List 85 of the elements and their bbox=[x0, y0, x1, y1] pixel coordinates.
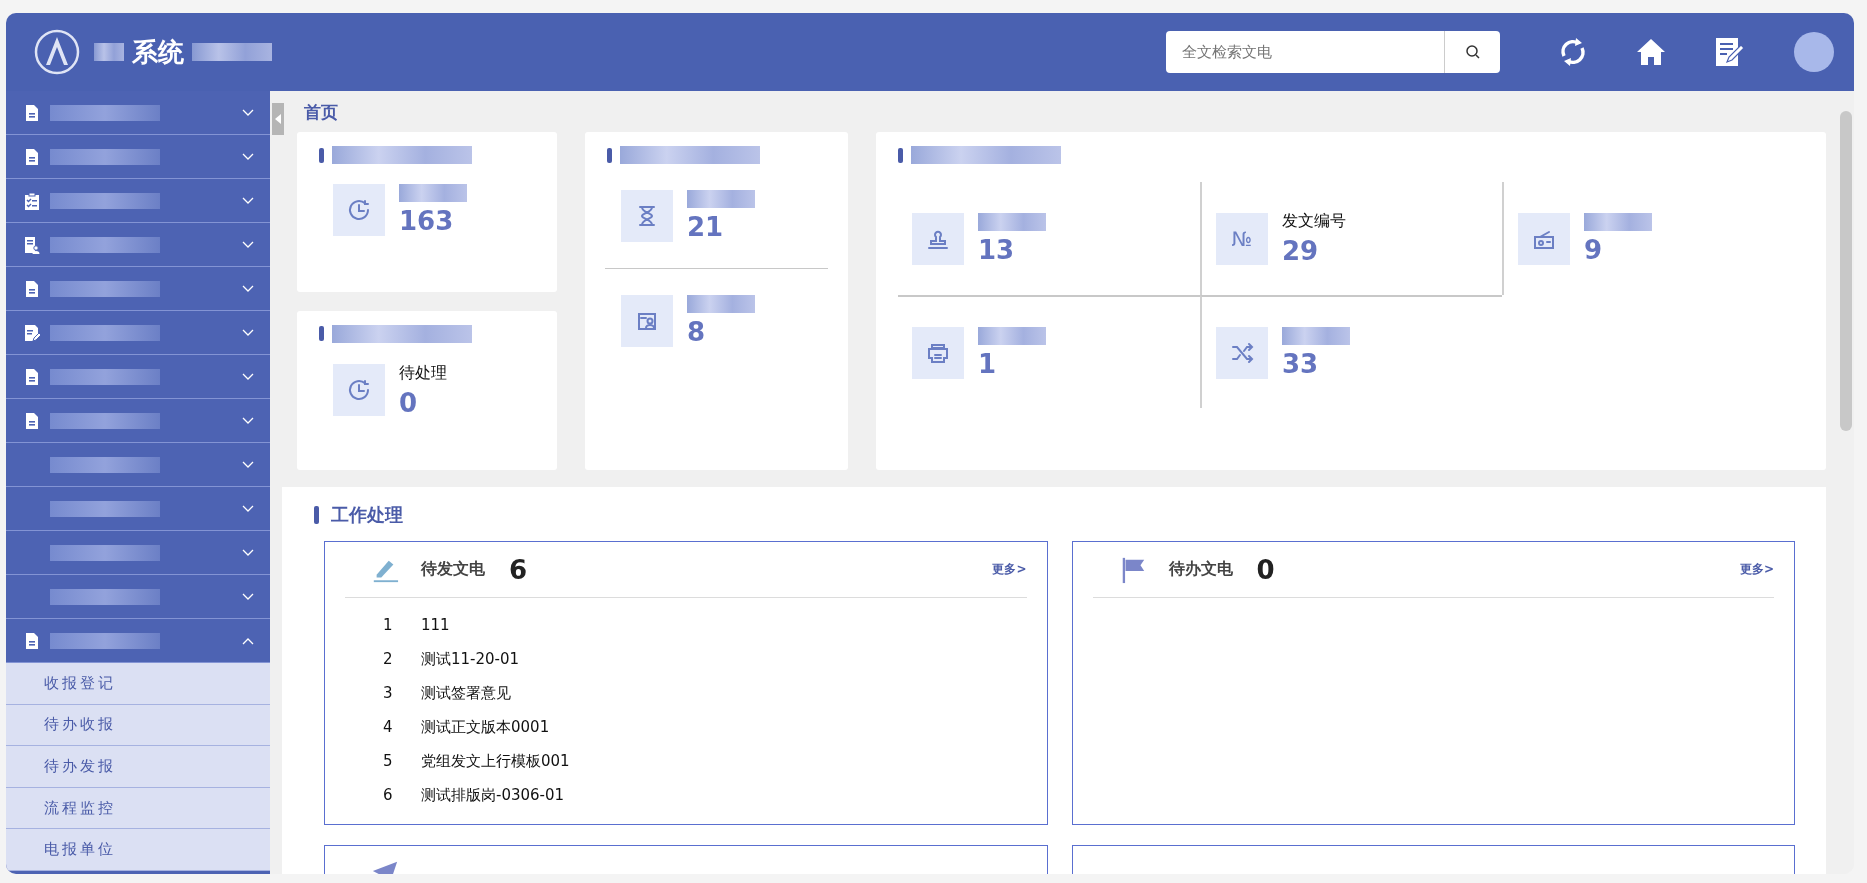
box-title: 待办文电 bbox=[1168, 559, 1233, 580]
clock-icon bbox=[333, 184, 385, 236]
document-person-icon bbox=[24, 235, 40, 254]
printer-icon bbox=[912, 326, 964, 379]
stat-count: 33 bbox=[1282, 348, 1320, 379]
hourglass-icon bbox=[621, 190, 673, 242]
submenu-item[interactable]: 待办发报 bbox=[6, 746, 270, 788]
submenu-item[interactable]: 流程监控 bbox=[6, 787, 270, 830]
stat-count: 21 bbox=[687, 212, 725, 242]
stat-label: 发文编号 bbox=[1282, 211, 1346, 232]
stat-count: 9 bbox=[1584, 234, 1604, 265]
logo-icon bbox=[34, 29, 80, 75]
scrollbar-thumb[interactable] bbox=[1840, 111, 1852, 431]
chevron-down-icon bbox=[242, 108, 254, 117]
stat-label: 待处理 bbox=[399, 362, 447, 384]
more-link[interactable]: 更多> bbox=[1739, 561, 1774, 578]
title-marker bbox=[607, 147, 612, 163]
chevron-down-icon bbox=[242, 460, 254, 469]
pixelated-patch bbox=[94, 43, 124, 61]
collapse-tab[interactable] bbox=[272, 103, 284, 135]
task-row[interactable]: 2 测试11-20-01 bbox=[345, 642, 1027, 676]
pixelated-patch bbox=[687, 190, 755, 208]
task-row[interactable]: 6 测试排版岗-0306-01 bbox=[345, 778, 1027, 812]
search-field[interactable]: 全文检索文电 bbox=[1166, 31, 1444, 73]
stat-count: 163 bbox=[399, 206, 455, 236]
task-count: 0 bbox=[1256, 554, 1275, 585]
page-title: 首页 bbox=[303, 101, 339, 122]
chevron-down-icon bbox=[242, 240, 254, 249]
stat-count: 0 bbox=[399, 387, 419, 418]
chevron-down-icon bbox=[242, 372, 254, 381]
section-title: 工作处理 bbox=[331, 503, 403, 527]
search-button[interactable] bbox=[1444, 31, 1500, 73]
edit-note-icon[interactable] bbox=[1713, 36, 1745, 68]
task-count: 6 bbox=[509, 554, 528, 585]
pixelated-patch bbox=[1282, 326, 1350, 345]
stamp-icon bbox=[912, 212, 964, 265]
pixelated-patch bbox=[399, 184, 467, 202]
shuffle-icon bbox=[1216, 326, 1268, 379]
search-icon bbox=[1464, 44, 1481, 60]
submenu-item[interactable]: 电报单位 bbox=[6, 829, 270, 871]
submenu-item[interactable]: 待办收报 bbox=[6, 704, 270, 747]
chevron-down-icon bbox=[242, 504, 254, 513]
chevron-down-icon bbox=[242, 328, 254, 337]
task-row[interactable]: 4 测试正文版本0001 bbox=[345, 710, 1027, 744]
system-title: 系统 bbox=[132, 35, 184, 69]
document-icon bbox=[24, 279, 40, 298]
task-row[interactable]: 3 测试签署意见 bbox=[345, 676, 1027, 710]
chevron-down-icon bbox=[242, 196, 254, 205]
pixelated-patch bbox=[687, 295, 755, 313]
title-marker bbox=[319, 326, 324, 341]
chevron-down-icon bbox=[242, 592, 254, 601]
number-sign-icon: № bbox=[1216, 212, 1268, 265]
avatar[interactable] bbox=[1794, 32, 1834, 72]
stat-count: 1 bbox=[978, 348, 998, 379]
home-icon[interactable] bbox=[1635, 36, 1667, 68]
chevron-down-icon bbox=[242, 284, 254, 293]
stat-count: 13 bbox=[978, 234, 1016, 265]
clock-icon bbox=[333, 364, 385, 416]
clipboard-list-icon bbox=[24, 191, 40, 210]
title-marker bbox=[898, 147, 903, 163]
document-icon bbox=[24, 411, 40, 430]
pixelated-patch bbox=[1584, 212, 1652, 231]
title-marker bbox=[314, 506, 319, 524]
stat-count: 8 bbox=[687, 317, 707, 347]
document-icon bbox=[24, 367, 40, 386]
chevron-down-icon bbox=[242, 416, 254, 425]
document-icon bbox=[24, 631, 40, 650]
document-icon bbox=[24, 147, 40, 166]
pixelated-patch bbox=[978, 212, 1046, 231]
pixelated-patch bbox=[978, 326, 1046, 345]
chevron-down-icon bbox=[242, 152, 254, 161]
task-row[interactable]: 1 111 bbox=[345, 608, 1027, 642]
submenu-item[interactable]: 收报登记 bbox=[6, 663, 270, 705]
task-row[interactable]: 5 党组发文上行模板001 bbox=[345, 744, 1027, 778]
id-card-icon bbox=[621, 295, 673, 347]
more-link[interactable]: 更多> bbox=[992, 561, 1027, 578]
stat-count: 29 bbox=[1282, 236, 1320, 266]
caret-left-icon bbox=[275, 114, 281, 124]
chevron-down-icon bbox=[242, 548, 254, 557]
radio-icon bbox=[1518, 212, 1570, 265]
document-edit-icon bbox=[24, 323, 40, 342]
document-icon bbox=[24, 103, 40, 122]
title-marker bbox=[319, 147, 324, 163]
chevron-up-icon bbox=[242, 636, 254, 645]
box-title: 待发文电 bbox=[421, 559, 485, 580]
